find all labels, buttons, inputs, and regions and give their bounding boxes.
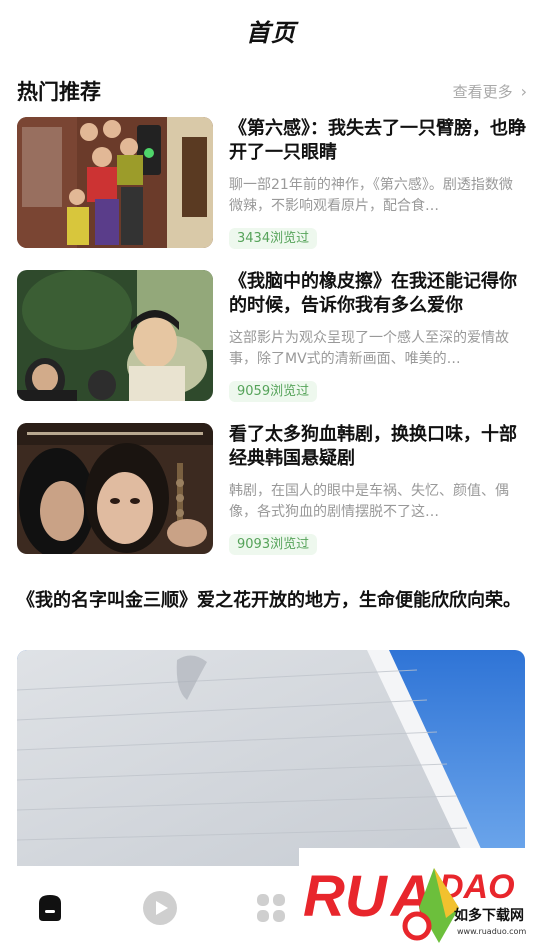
article-desc: 聊一部21年前的神作，《第六感》。剧透指数微微辣，不影响观看原片，配合食… [229, 177, 513, 214]
chevron-right-icon: › [520, 81, 527, 101]
svg-text:www.ruaduo.com: www.ruaduo.com [457, 927, 526, 936]
svg-text:RU: RU [303, 864, 389, 929]
article-card[interactable]: 《我脑中的橡皮擦》在我还能记得你的时候，告诉你我有多么爱你 这部影片为观众呈现了… [17, 270, 527, 402]
tab-category[interactable] [251, 888, 291, 928]
article-title: 《第六感》：我失去了一只臂膀，也睁开了一只眼睛 [229, 118, 526, 163]
watermark-logo: RU A DAO 如多下载网 www.ruaduo.com [299, 848, 542, 951]
tab-video[interactable] [140, 888, 180, 928]
home-icon [39, 895, 61, 921]
tab-home[interactable] [30, 888, 70, 928]
article-title: 看了太多狗血韩剧，换换口味，十部经典韩国悬疑剧 [229, 424, 517, 469]
article-desc: 韩剧，在国人的眼中是车祸、失忆、颜值、偶像，各式狗血的剧情摆脱不了这… [229, 483, 509, 520]
view-count-badge: 9093浏览过 [229, 534, 318, 555]
featured-image[interactable] [17, 650, 525, 866]
article-title: 《我脑中的橡皮擦》在我还能记得你的时候，告诉你我有多么爱你 [229, 271, 517, 316]
article-thumbnail [17, 117, 213, 248]
article-thumbnail [17, 423, 213, 554]
article-thumbnail [17, 270, 213, 401]
play-icon [143, 891, 177, 925]
page-title: 首页 [246, 18, 296, 47]
view-more-label: 查看更多 [452, 82, 513, 101]
top-bar: 首页 [0, 0, 542, 60]
article-card[interactable]: 《第六感》：我失去了一只臂膀，也睁开了一只眼睛 聊一部21年前的神作，《第六感》… [17, 117, 527, 249]
svg-text:如多下载网: 如多下载网 [454, 907, 524, 924]
featured-title[interactable]: 《我的名字叫金三顺》爱之花开放的地方，生命便能欣欣向荣。 [17, 587, 525, 615]
view-count-badge: 9059浏览过 [229, 381, 318, 402]
section-header: 热门推荐 查看更多 › [17, 74, 527, 108]
view-more-link[interactable]: 查看更多 › [453, 81, 527, 102]
article-desc: 这部影片为观众呈现了一个感人至深的爱情故事，除了MV式的清新画面、唯美的… [229, 330, 509, 367]
view-count-badge: 3434浏览过 [229, 228, 318, 249]
section-title: 热门推荐 [17, 80, 101, 104]
grid-icon [257, 894, 285, 922]
article-card[interactable]: 看了太多狗血韩剧，换换口味，十部经典韩国悬疑剧 韩剧，在国人的眼中是车祸、失忆、… [17, 423, 527, 555]
